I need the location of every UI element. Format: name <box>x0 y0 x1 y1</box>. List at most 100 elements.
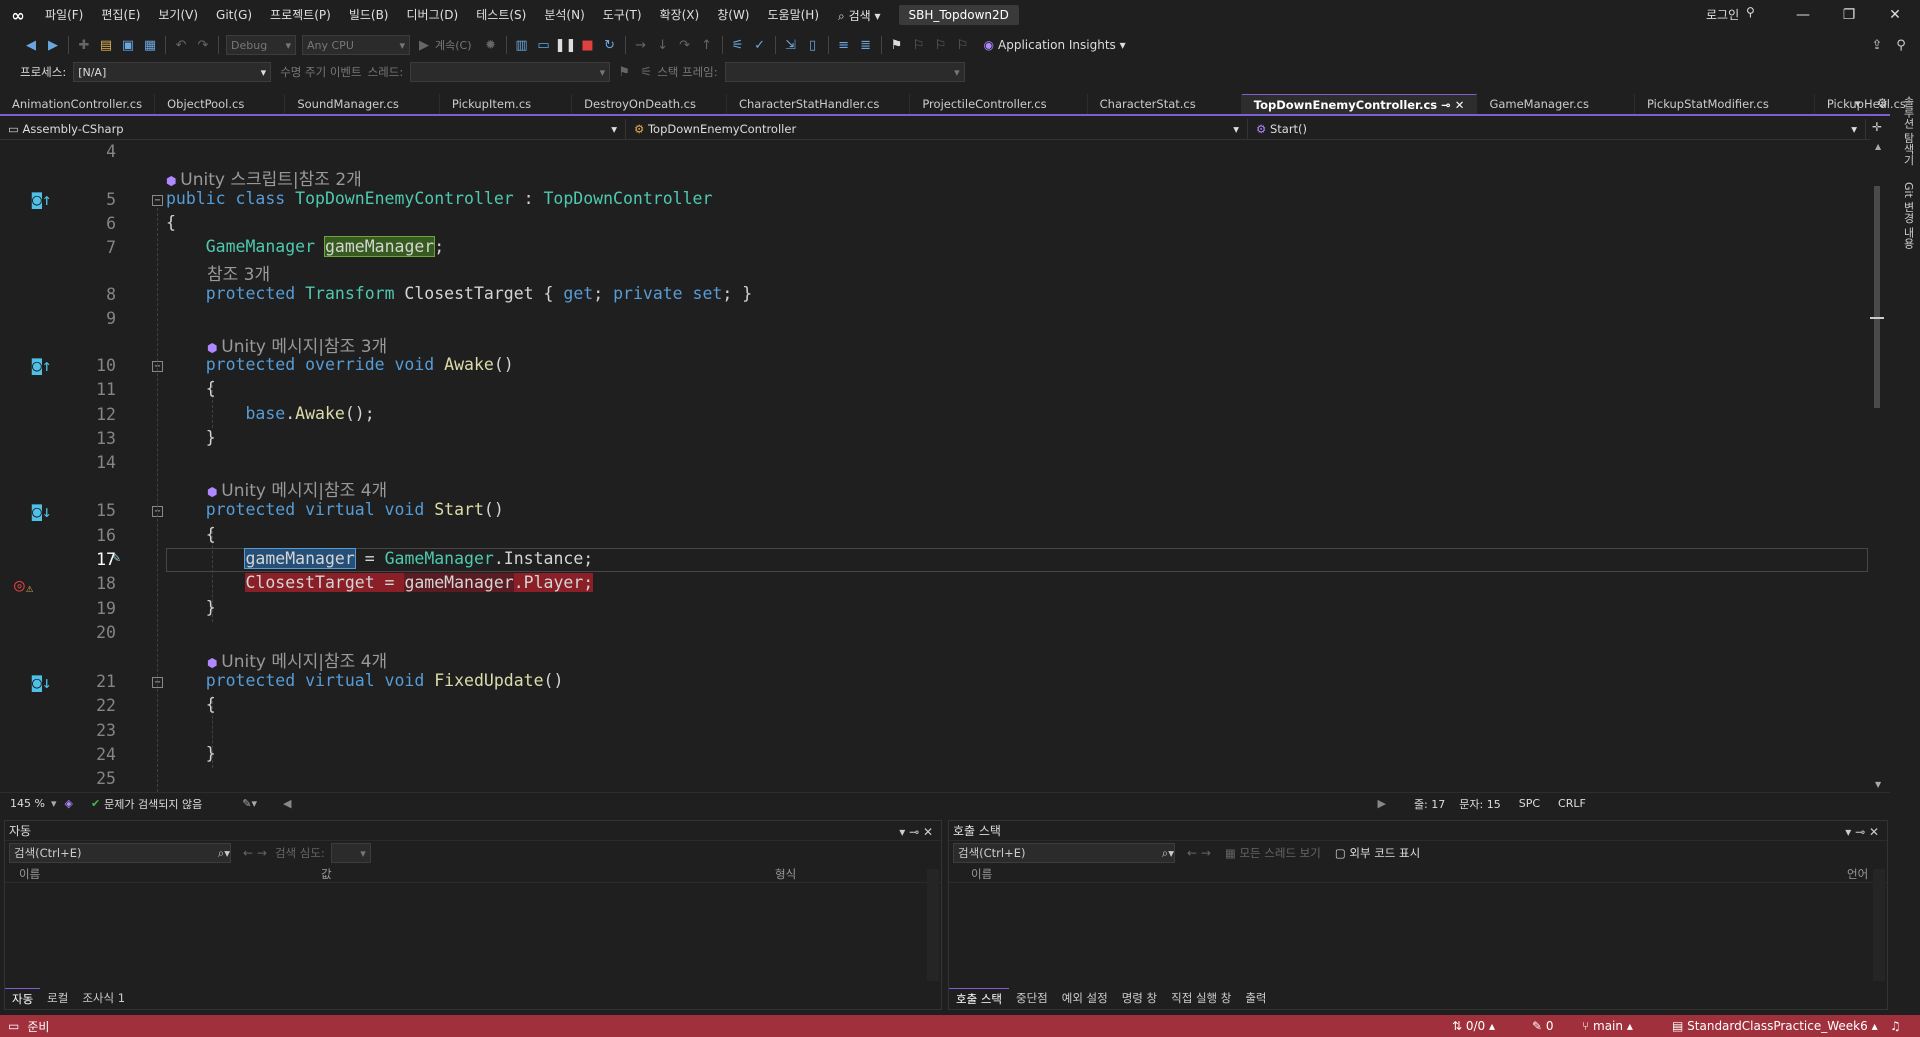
codelens-class[interactable]: ⬢ Unity 스크립트|참조 2개 <box>166 165 362 190</box>
search-nav-arrows[interactable]: ← → <box>1187 846 1211 860</box>
whitespace-indicator[interactable]: SPC <box>1519 797 1540 810</box>
prev-bookmark-icon[interactable]: ⚐ <box>908 34 930 56</box>
uncomment-icon[interactable]: ≣ <box>855 34 877 56</box>
platform-select[interactable]: Any CPU ▾ <box>302 35 410 55</box>
split-window-icon[interactable]: ✛ <box>1872 120 1882 134</box>
collapse-toggle[interactable]: − <box>152 195 163 206</box>
spell-check-icon[interactable]: ✓ <box>749 34 771 56</box>
scroll-left-icon[interactable]: ◀ <box>283 797 291 810</box>
copilot-icon[interactable]: ◈ <box>64 797 72 810</box>
tab-autos[interactable]: 자동 <box>5 988 41 1009</box>
feedback-icon[interactable]: ⚲ <box>1890 34 1912 56</box>
stop-icon[interactable]: ■ <box>577 34 599 56</box>
col-name[interactable]: 이름 <box>949 865 1847 882</box>
step-out-icon[interactable]: ↑ <box>696 34 718 56</box>
show-next-statement-icon[interactable]: → <box>630 34 652 56</box>
menu-git[interactable]: Git(G) <box>207 0 261 30</box>
zoom-level[interactable]: 145 % <box>10 797 45 810</box>
stack-frame-select[interactable]: ▾ <box>724 62 965 82</box>
settings-gear-icon[interactable]: ⚙ <box>1877 96 1888 110</box>
pending-changes[interactable]: ✎ 0 <box>1532 1019 1554 1033</box>
menu-edit[interactable]: 편집(E) <box>92 0 149 30</box>
autos-search-input[interactable]: 검색(Ctrl+E) ⌕▾ <box>9 843 231 863</box>
diagnostics-icon[interactable]: ⚟ <box>727 34 749 56</box>
menu-file[interactable]: 파일(F) <box>36 0 92 30</box>
tab-locals[interactable]: 로컬 <box>40 988 75 1009</box>
panel-controls[interactable]: ▾ ⊸ ✕ <box>899 822 933 842</box>
code-editor[interactable]: ◙↑ ◙↑ ◙↓ ◙↓ ◎ ⚠ ✎ 4 5 6 7 8 9 10 11 12 1… <box>6 140 1870 792</box>
device-icon[interactable]: ▯ <box>802 34 824 56</box>
layout-icon[interactable]: ▭ <box>533 34 555 56</box>
new-project-icon[interactable]: ✚ <box>73 34 95 56</box>
tab-exception-settings[interactable]: 예외 설정 <box>1055 988 1115 1009</box>
editor-scrollbar[interactable]: ▲ ▼ <box>1870 140 1884 792</box>
col-name[interactable]: 이름 <box>5 865 321 882</box>
tab-list-icon[interactable]: ▾ <box>1855 97 1861 110</box>
search-button[interactable]: ⌕ 검색 ▾ <box>828 7 890 24</box>
menu-help[interactable]: 도움말(H) <box>759 0 829 30</box>
col-value[interactable]: 값 <box>321 865 775 882</box>
zoom-dropdown-icon[interactable]: ▾ <box>51 797 57 810</box>
quick-action-brush-icon[interactable]: ✎ <box>112 550 142 572</box>
show-external-code-button[interactable]: ▢ 외부 코드 표시 <box>1335 845 1420 861</box>
forward-icon[interactable]: ▶ <box>42 34 64 56</box>
search-depth-select[interactable]: ▾ <box>330 843 371 863</box>
browse-icon[interactable]: ▥ <box>511 34 533 56</box>
menu-build[interactable]: 빌드(B) <box>340 0 398 30</box>
next-bookmark-icon[interactable]: ⚐ <box>930 34 952 56</box>
tab-topdown-enemy-controller[interactable]: TopDownEnemyController.cs ⊸ ✕ <box>1241 94 1478 114</box>
tab-destroy-on-death[interactable]: DestroyOnDeath.cs <box>572 94 727 114</box>
scrollbar-thumb[interactable] <box>1874 186 1880 408</box>
code-cleanup-icon[interactable]: ✎▾ <box>242 797 257 810</box>
login-link[interactable]: 로그인 <box>1706 6 1739 23</box>
back-icon[interactable]: ◀ <box>20 34 42 56</box>
tab-game-manager[interactable]: GameManager.cs <box>1477 94 1635 114</box>
sync-status[interactable]: ⇅ 0/0 ▴ <box>1452 1019 1495 1033</box>
column-indicator[interactable]: 문자: 15 <box>1459 796 1500 812</box>
member-dropdown[interactable]: ⚙ Start() ▾ <box>1248 118 1866 139</box>
project-dropdown[interactable]: ▭ Assembly-CSharp ▾ <box>0 118 626 139</box>
tab-call-stack[interactable]: 호출 스택 <box>949 988 1009 1009</box>
minimize-button[interactable]: — <box>1780 0 1826 30</box>
tab-breakpoints[interactable]: 중단점 <box>1009 988 1055 1009</box>
menu-tools[interactable]: 도구(T) <box>594 0 651 30</box>
restart-icon[interactable]: ↻ <box>599 34 621 56</box>
application-insights-button[interactable]: ◉ Application Insights ▾ <box>984 38 1126 52</box>
branch-selector[interactable]: ⑂ main ▴ <box>1582 1019 1633 1033</box>
stack-icon[interactable]: ⚟ <box>635 61 657 83</box>
pin-icon[interactable]: ⊸ <box>1441 98 1451 112</box>
col-type[interactable]: 형식 <box>775 865 925 882</box>
undo-icon[interactable]: ↶ <box>170 34 192 56</box>
issues-status[interactable]: 문제가 검색되지 않음 <box>104 796 202 812</box>
pause-icon[interactable]: ❚❚ <box>555 34 577 56</box>
tab-watch-1[interactable]: 조사식 1 <box>75 988 132 1009</box>
tab-sound-manager[interactable]: SoundManager.cs <box>285 94 440 114</box>
type-dropdown[interactable]: ⚙ TopDownEnemyController ▾ <box>626 118 1248 139</box>
codelens-awake[interactable]: ⬢ Unity 메시지|참조 3개 <box>207 332 387 357</box>
lifecycle-events-label[interactable]: 수명 주기 이벤트 <box>280 64 361 80</box>
tab-command-window[interactable]: 명령 창 <box>1115 988 1164 1009</box>
redo-icon[interactable]: ↷ <box>192 34 214 56</box>
config-select[interactable]: Debug ▾ <box>226 35 296 55</box>
tab-pickup-stat-modifier[interactable]: PickupStatModifier.cs <box>1635 94 1815 114</box>
menu-extensions[interactable]: 확장(X) <box>651 0 709 30</box>
continue-button[interactable]: 계속(C) <box>435 37 472 53</box>
panel-controls[interactable]: ▾ ⊸ ✕ <box>1845 822 1879 842</box>
bookmark-icon[interactable]: ⚑ <box>886 34 908 56</box>
thread-select[interactable]: ▾ <box>410 62 611 82</box>
scroll-right-icon[interactable]: ▶ <box>1377 797 1385 810</box>
tab-immediate-window[interactable]: 직접 실행 창 <box>1164 988 1238 1009</box>
share-icon[interactable]: ⇪ <box>1866 34 1888 56</box>
clear-bookmark-icon[interactable]: ⚐ <box>952 34 974 56</box>
call-stack-search-input[interactable]: 검색(Ctrl+E) ⌕▾ <box>953 843 1175 863</box>
open-folder-icon[interactable]: ▤ <box>95 34 117 56</box>
line-indicator[interactable]: 줄: 17 <box>1414 796 1445 812</box>
codelens-start[interactable]: ⬢ Unity 메시지|참조 4개 <box>207 476 387 501</box>
attach-icon[interactable]: ⇲ <box>780 34 802 56</box>
step-over-icon[interactable]: ↷ <box>674 34 696 56</box>
hot-reload-icon[interactable]: ✹ <box>480 34 502 56</box>
side-tab-solution-explorer[interactable]: 솔루션 탐색기 <box>1896 96 1916 166</box>
tab-output[interactable]: 출력 <box>1238 988 1273 1009</box>
save-all-icon[interactable]: ▦ <box>139 34 161 56</box>
flag-icon[interactable]: ⚑ <box>613 61 635 83</box>
